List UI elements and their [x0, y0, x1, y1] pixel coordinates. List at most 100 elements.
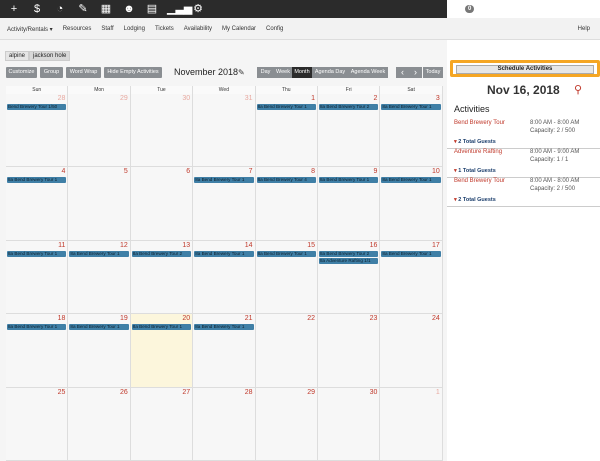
nav-item[interactable]: Availability: [184, 26, 212, 32]
day-cell[interactable]: 20 8a Bend Brewery Tour 1: [130, 314, 194, 388]
view-day-button[interactable]: Day: [257, 67, 274, 78]
nav-item[interactable]: Lodging: [124, 26, 145, 32]
day-cell[interactable]: 22: [255, 314, 318, 388]
calendar-event[interactable]: 8a Bend Brewery Tour 1: [381, 104, 441, 110]
day-cell[interactable]: 11 8a Bend Brewery Tour 1: [6, 240, 69, 315]
location-tag-jackson-hole[interactable]: jackson hole: [29, 51, 71, 61]
day-number[interactable]: 17: [432, 242, 440, 249]
nav-item[interactable]: My Calendar: [222, 26, 256, 32]
view-agenda-week-button[interactable]: Agenda Week: [348, 67, 388, 78]
calendar-event[interactable]: 8a Bend Brewery Tour 1: [7, 250, 67, 257]
view-week-button[interactable]: Week: [274, 67, 292, 78]
day-number[interactable]: 4: [61, 168, 65, 175]
day-number[interactable]: 2: [373, 95, 377, 102]
day-number[interactable]: 26: [120, 389, 128, 396]
calendar-event[interactable]: 8a Bend Brewery Tour 1: [194, 177, 254, 184]
day-cell[interactable]: 3 8a Bend Brewery Tour 1: [380, 94, 443, 168]
calendar-event[interactable]: 8a Bend Brewery Tour 1: [194, 324, 254, 331]
day-cell[interactable]: 29: [255, 387, 318, 461]
day-cell[interactable]: 13 8a Bend Brewery Tour 2: [130, 240, 194, 315]
day-number[interactable]: 10: [432, 168, 440, 175]
users-icon[interactable]: ☻: [121, 2, 137, 16]
day-cell[interactable]: 14 8a Bend Brewery Tour 1: [193, 240, 256, 315]
day-cell[interactable]: 29: [68, 94, 131, 168]
chat-icon[interactable]: [447, 4, 459, 14]
day-number[interactable]: 8: [311, 168, 315, 175]
day-number[interactable]: 6: [186, 168, 190, 175]
day-number[interactable]: 24: [432, 315, 440, 322]
day-number[interactable]: 28: [245, 389, 253, 396]
calendar-event[interactable]: 8a Bend Brewery Tour 2: [319, 250, 379, 257]
pencil-icon[interactable]: ✎: [238, 68, 245, 77]
day-cell[interactable]: 5: [68, 167, 131, 241]
wrench-icon[interactable]: ✎: [75, 2, 91, 16]
calendar-event[interactable]: 8a Adventure Rafting 1/1: [319, 257, 379, 264]
day-cell[interactable]: 2 8a Bend Brewery Tour 2: [318, 94, 381, 168]
total-guests-toggle[interactable]: ▾ 2 Total Guests: [454, 139, 496, 145]
today-button[interactable]: Today: [423, 67, 443, 78]
day-number[interactable]: 14: [245, 242, 253, 249]
day-number[interactable]: 30: [370, 389, 378, 396]
day-number[interactable]: 21: [245, 315, 253, 322]
day-number[interactable]: 13: [182, 242, 190, 249]
day-cell[interactable]: 6: [130, 167, 194, 241]
day-number[interactable]: 11: [58, 242, 65, 249]
document-icon[interactable]: ▤: [144, 2, 160, 16]
day-number[interactable]: 5: [124, 168, 128, 175]
calendar-event[interactable]: 8a Bend Brewery Tour 1: [381, 250, 441, 257]
nav-item[interactable]: Activity/Rentals ▾: [7, 26, 53, 33]
calendar-icon[interactable]: ▦: [98, 2, 114, 16]
day-number[interactable]: 9: [373, 168, 377, 175]
day-number[interactable]: 19: [120, 315, 128, 322]
plus-icon[interactable]: +: [6, 2, 22, 16]
total-guests-toggle[interactable]: ▾ 2 Total Guests: [454, 197, 496, 203]
day-cell[interactable]: 1 8a Bend Brewery Tour 1: [255, 94, 318, 168]
calendar-event[interactable]: 8a Bend Brewery Tour 1: [7, 324, 67, 331]
calendar-event[interactable]: 8a Bend Brewery Tour 1: [131, 324, 192, 331]
day-number[interactable]: 31: [245, 95, 253, 102]
day-number[interactable]: 27: [182, 389, 190, 396]
day-number[interactable]: 20: [182, 315, 190, 322]
day-cell[interactable]: 30: [318, 387, 381, 461]
activity-name-link[interactable]: Adventure Rafting: [454, 149, 502, 155]
hide-empty-activities-button[interactable]: Hide Empty Activities: [104, 67, 162, 78]
prev-month-button[interactable]: ‹: [396, 67, 409, 78]
day-cell[interactable]: 21 8a Bend Brewery Tour 1: [193, 314, 256, 388]
day-cell[interactable]: 24: [380, 314, 443, 388]
day-cell[interactable]: 10 8a Bend Brewery Tour 1: [380, 167, 443, 241]
day-cell[interactable]: 28 Bend Brewery Tour 1/50: [6, 94, 69, 168]
account-menu[interactable]: THE FLYBOOK: [490, 5, 547, 14]
total-guests-toggle[interactable]: ▾ 1 Total Guests: [454, 168, 496, 174]
day-cell[interactable]: 16 8a Bend Brewery Tour 2 8a Adventure Raf…: [318, 240, 381, 315]
chart-icon[interactable]: ▁▃▅: [167, 2, 192, 16]
day-number[interactable]: 7: [249, 168, 253, 175]
nav-item[interactable]: Staff: [101, 26, 113, 32]
day-cell[interactable]: 31: [193, 94, 256, 168]
location-tag-alpine[interactable]: alpine: [5, 51, 30, 61]
activity-name-link[interactable]: Bend Brewery Tour: [454, 178, 505, 184]
search-icon[interactable]: ⚲: [574, 83, 582, 96]
day-cell[interactable]: 27: [130, 387, 194, 461]
day-number[interactable]: 12: [120, 242, 128, 249]
dollar-icon[interactable]: $: [29, 2, 45, 16]
calendar-event[interactable]: Bend Brewery Tour 1/50: [7, 104, 67, 110]
schedule-activities-button[interactable]: Schedule Activities: [456, 64, 594, 74]
calendar-event[interactable]: 8a Bend Brewery Tour 1: [69, 250, 129, 257]
dashboard-icon[interactable]: ◔: [52, 2, 68, 16]
day-cell[interactable]: 19 8a Bend Brewery Tour 1: [68, 314, 131, 388]
day-number[interactable]: 22: [307, 315, 315, 322]
day-number[interactable]: 29: [307, 389, 315, 396]
account-caret-icon[interactable]: ▾: [553, 5, 557, 14]
nav-item[interactable]: Config: [266, 26, 283, 32]
calendar-event[interactable]: 8a Bend Brewery Tour 1: [69, 324, 129, 331]
next-month-button[interactable]: ›: [409, 67, 422, 78]
day-cell[interactable]: 15 8a Bend Brewery Tour 1: [255, 240, 318, 315]
calendar-event[interactable]: 8a Bend Brewery Tour 1: [194, 250, 254, 257]
day-cell[interactable]: 18 8a Bend Brewery Tour 1: [6, 314, 69, 388]
help-link[interactable]: Help: [578, 18, 590, 40]
settings-icon[interactable]: ⚙: [190, 2, 206, 16]
nav-item[interactable]: Tickets: [155, 26, 174, 32]
view-month-button[interactable]: Month: [292, 67, 312, 78]
nav-item[interactable]: Resources: [63, 26, 92, 32]
day-cell[interactable]: 25: [6, 387, 69, 461]
